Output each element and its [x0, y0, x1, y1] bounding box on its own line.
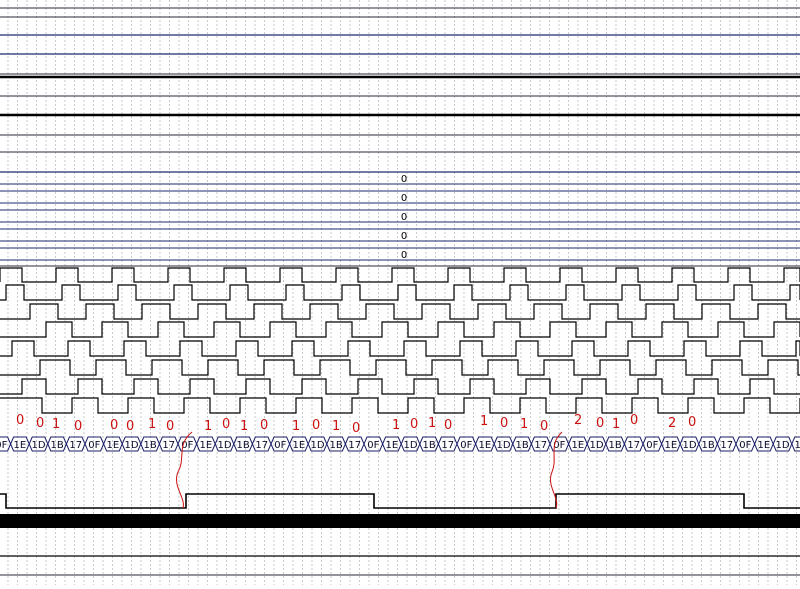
clock-trace-1: [0, 267, 800, 283]
clock-trace-2: [0, 284, 800, 301]
hex-bus-value: 0F: [274, 440, 286, 451]
hex-bus-trace[interactable]: 0F 1E 1D 1B 17 0F 1E 1D 1B 17 0F 1E 1D 1B 17 0F 1E 1D 1B 17…: [0, 436, 800, 452]
annotation-digit: 1: [148, 417, 156, 432]
hex-bus-value: 0F: [739, 440, 751, 451]
annotation-digit: 2: [668, 416, 676, 431]
hex-bus-value: 1E: [200, 440, 213, 451]
hex-bus-value: 0F: [88, 440, 100, 451]
hex-bus-value: 0F: [646, 440, 658, 451]
clock-signal-traces: [0, 267, 800, 414]
hex-bus-value: 1D: [403, 440, 417, 451]
annotation-digit: 1: [520, 417, 528, 432]
hex-bus-value: 17: [720, 440, 733, 451]
hex-bus-value: 1B: [329, 440, 342, 451]
hex-bus-value: 17: [162, 440, 175, 451]
hex-bus-value: 1E: [758, 440, 771, 451]
bus-row-4-value: 0: [401, 231, 407, 242]
annotation-digit: 0: [312, 418, 320, 433]
annotation-digit: 0: [260, 418, 268, 433]
annotation-digit: 0: [352, 421, 360, 436]
hex-bus-value: 1D: [217, 440, 231, 451]
hex-bus-value: 0F: [367, 440, 379, 451]
annotation-digit: 0: [36, 416, 44, 431]
hex-bus-value: 1B: [515, 440, 528, 451]
annotation-digit: 1: [204, 419, 212, 434]
hex-bus-value: 17: [69, 440, 82, 451]
hex-bus-value: 1B: [236, 440, 249, 451]
hex-bus-value: 1E: [479, 440, 492, 451]
annotation-digit: 0: [126, 419, 134, 434]
hex-bus-value: 1E: [665, 440, 678, 451]
hex-bus-value: 1E: [14, 440, 27, 451]
thick-bus-bar: [0, 514, 800, 528]
hex-bus-value: 1D: [589, 440, 603, 451]
flat-signal-lines: [0, 7, 800, 576]
annotation-digit: 0: [444, 418, 452, 433]
hex-bus-value: 1E: [572, 440, 585, 451]
slow-signal-path: [0, 493, 800, 509]
clock-trace-3: [0, 303, 800, 320]
hex-bus-value: 17: [348, 440, 361, 451]
annotation-digit: 1: [332, 419, 340, 434]
annotation-digit: 0: [540, 419, 548, 434]
hex-bus-value: 17: [627, 440, 640, 451]
annotation-digit: 1: [428, 416, 436, 431]
annotation-digits: 001000101010101010101010201020: [16, 413, 696, 436]
hex-bus-value: 1D: [682, 440, 696, 451]
annotation-digit: 0: [630, 413, 638, 428]
hex-bus-value: 1B: [143, 440, 156, 451]
annotation-digit: 0: [596, 416, 604, 431]
bus-value-rows: 0 0 0 0 0: [0, 171, 800, 261]
annotation-digit: 1: [612, 417, 620, 432]
annotation-digit: 1: [392, 418, 400, 433]
hex-bus-value: 1B: [608, 440, 621, 451]
clock-trace-6: [0, 359, 800, 376]
annotation-digit: 1: [292, 419, 300, 434]
annotation-digit: 0: [110, 418, 118, 433]
thick-bus-bar-rect: [0, 514, 800, 528]
bus-row-3-value: 0: [401, 212, 407, 223]
annotation-digit: 0: [688, 415, 696, 430]
annotation-digit: 0: [500, 416, 508, 431]
hex-bus-value: 17: [534, 440, 547, 451]
annotation-digit: 1: [480, 414, 488, 429]
hex-bus-value: 1D: [496, 440, 510, 451]
annotation-digit: 0: [410, 417, 418, 432]
hex-bus-value: 1D: [775, 440, 789, 451]
annotation-digit: 1: [240, 419, 248, 434]
slow-signal-trace: [0, 493, 800, 509]
bus-row-5-value: 0: [401, 250, 407, 261]
clock-trace-5: [0, 340, 800, 357]
clock-trace-4: [0, 321, 800, 338]
hex-bus-value: 1E: [107, 440, 120, 451]
waveform-canvas[interactable]: 00000 001000101010101010101010201020 0F1…: [0, 0, 800, 585]
annotation-digit: 1: [52, 417, 60, 432]
hex-bus-value: 17: [255, 440, 268, 451]
annotation-digit: 0: [222, 417, 230, 432]
hex-bus-value: 1B: [50, 440, 63, 451]
hex-bus-value: 1B: [422, 440, 435, 451]
annotation-digit: 2: [574, 413, 582, 428]
clock-trace-8: [0, 397, 800, 414]
hex-bus-value: 1D: [31, 440, 45, 451]
annotation-digit: 0: [16, 413, 24, 428]
clock-trace-7: [0, 378, 800, 395]
waveform-viewer: 00000 001000101010101010101010201020 0F1…: [0, 0, 800, 585]
hex-bus-value: 17: [441, 440, 454, 451]
bus-row-2-value: 0: [401, 193, 407, 204]
hex-bus-value: 1D: [310, 440, 324, 451]
hex-bus-value: 1E: [293, 440, 306, 451]
annotation-digit: 0: [74, 419, 82, 434]
bus-row-1-value: 0: [401, 174, 407, 185]
annotation-digit: 0: [166, 419, 174, 434]
hex-bus-value: 1B: [794, 440, 800, 451]
hex-bus-value: 0F: [460, 440, 472, 451]
hex-bus-value: 1B: [701, 440, 714, 451]
hex-bus-value: 0F: [0, 440, 8, 451]
hex-bus-value: 1D: [124, 440, 138, 451]
hex-bus-value: 1E: [386, 440, 399, 451]
